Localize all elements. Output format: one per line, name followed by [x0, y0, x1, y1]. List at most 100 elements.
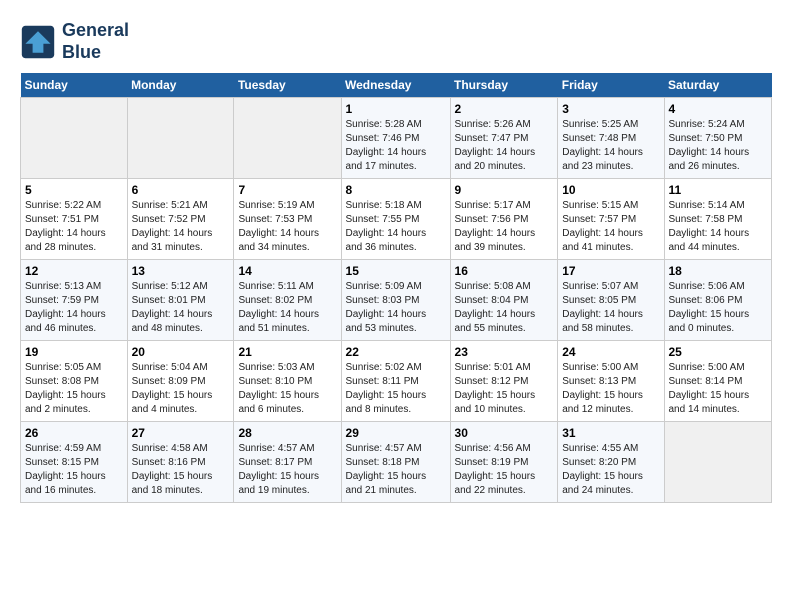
- day-number: 14: [238, 264, 336, 278]
- calendar-day-cell: 5 Sunrise: 5:22 AM Sunset: 7:51 PM Daylig…: [21, 179, 128, 260]
- logo-text: General Blue: [62, 20, 129, 63]
- weekday-header-row: SundayMondayTuesdayWednesdayThursdayFrid…: [21, 73, 772, 98]
- calendar-day-cell: 15 Sunrise: 5:09 AM Sunset: 8:03 PM Dayli…: [341, 260, 450, 341]
- calendar-day-cell: [234, 98, 341, 179]
- day-number: 31: [562, 426, 659, 440]
- day-number: 20: [132, 345, 230, 359]
- day-number: 1: [346, 102, 446, 116]
- calendar-day-cell: 18Sunrise: 5:06 AM Sunset: 8:06 PM Dayli…: [664, 260, 772, 341]
- day-info: Sunrise: 5:09 AM Sunset: 8:03 PM Dayligh…: [346, 280, 446, 336]
- day-number: 13: [132, 264, 230, 278]
- day-info: Sunrise: 4:56 AM Sunset: 8:19 PM Dayligh…: [455, 442, 554, 498]
- day-info: Sunrise: 5:02 AM Sunset: 8:11 PM Dayligh…: [346, 361, 446, 417]
- day-number: 11: [669, 183, 768, 197]
- day-number: 8: [346, 183, 446, 197]
- calendar-day-cell: [127, 98, 234, 179]
- calendar-day-cell: 14 Sunrise: 5:11 AM Sunset: 8:02 PM Dayli…: [234, 260, 341, 341]
- calendar-day-cell: 10 Sunrise: 5:15 AM Sunset: 7:57 PM Dayli…: [558, 179, 664, 260]
- day-number: 12: [25, 264, 123, 278]
- day-info: Sunrise: 5:24 AM Sunset: 7:50 PM Dayligh…: [669, 118, 768, 174]
- day-info: Sunrise: 5:04 AM Sunset: 8:09 PM Dayligh…: [132, 361, 230, 417]
- calendar-day-cell: 28Sunrise: 4:57 AM Sunset: 8:17 PM Dayli…: [234, 422, 341, 503]
- calendar-week-row: 19Sunrise: 5:05 AM Sunset: 8:08 PM Dayli…: [21, 341, 772, 422]
- day-info: Sunrise: 5:00 AM Sunset: 8:13 PM Dayligh…: [562, 361, 659, 417]
- day-number: 4: [669, 102, 768, 116]
- day-number: 25: [669, 345, 768, 359]
- day-info: Sunrise: 5:03 AM Sunset: 8:10 PM Dayligh…: [238, 361, 336, 417]
- day-info: Sunrise: 5:19 AM Sunset: 7:53 PM Dayligh…: [238, 199, 336, 255]
- page-header: General Blue: [20, 20, 772, 63]
- day-info: Sunrise: 5:25 AM Sunset: 7:48 PM Dayligh…: [562, 118, 659, 174]
- day-number: 30: [455, 426, 554, 440]
- day-info: Sunrise: 5:11 AM Sunset: 8:02 PM Dayligh…: [238, 280, 336, 336]
- calendar-week-row: 26 Sunrise: 4:59 AM Sunset: 8:15 PM Dayli…: [21, 422, 772, 503]
- calendar-day-cell: 31Sunrise: 4:55 AM Sunset: 8:20 PM Dayli…: [558, 422, 664, 503]
- day-number: 18: [669, 264, 768, 278]
- calendar-day-cell: 27 Sunrise: 4:58 AM Sunset: 8:16 PM Dayli…: [127, 422, 234, 503]
- day-number: 16: [455, 264, 554, 278]
- day-number: 3: [562, 102, 659, 116]
- calendar-day-cell: 17 Sunrise: 5:07 AM Sunset: 8:05 PM Dayli…: [558, 260, 664, 341]
- calendar-body: 1 Sunrise: 5:28 AM Sunset: 7:46 PM Daylig…: [21, 98, 772, 503]
- day-number: 6: [132, 183, 230, 197]
- day-number: 15: [346, 264, 446, 278]
- day-number: 21: [238, 345, 336, 359]
- day-number: 5: [25, 183, 123, 197]
- day-info: Sunrise: 5:01 AM Sunset: 8:12 PM Dayligh…: [455, 361, 554, 417]
- day-number: 23: [455, 345, 554, 359]
- calendar-week-row: 1 Sunrise: 5:28 AM Sunset: 7:46 PM Daylig…: [21, 98, 772, 179]
- day-info: Sunrise: 4:58 AM Sunset: 8:16 PM Dayligh…: [132, 442, 230, 498]
- calendar-day-cell: [664, 422, 772, 503]
- calendar-day-cell: 23 Sunrise: 5:01 AM Sunset: 8:12 PM Dayli…: [450, 341, 558, 422]
- day-number: 27: [132, 426, 230, 440]
- day-info: Sunrise: 5:12 AM Sunset: 8:01 PM Dayligh…: [132, 280, 230, 336]
- day-info: Sunrise: 5:22 AM Sunset: 7:51 PM Dayligh…: [25, 199, 123, 255]
- day-info: Sunrise: 5:18 AM Sunset: 7:55 PM Dayligh…: [346, 199, 446, 255]
- calendar-day-cell: 11 Sunrise: 5:14 AM Sunset: 7:58 PM Dayli…: [664, 179, 772, 260]
- day-number: 2: [455, 102, 554, 116]
- calendar-day-cell: 29 Sunrise: 4:57 AM Sunset: 8:18 PM Dayli…: [341, 422, 450, 503]
- calendar-day-cell: [21, 98, 128, 179]
- calendar-day-cell: 22Sunrise: 5:02 AM Sunset: 8:11 PM Dayli…: [341, 341, 450, 422]
- calendar-day-cell: 4 Sunrise: 5:24 AM Sunset: 7:50 PM Daylig…: [664, 98, 772, 179]
- calendar-day-cell: 6 Sunrise: 5:21 AM Sunset: 7:52 PM Daylig…: [127, 179, 234, 260]
- day-number: 10: [562, 183, 659, 197]
- day-number: 7: [238, 183, 336, 197]
- day-info: Sunrise: 5:26 AM Sunset: 7:47 PM Dayligh…: [455, 118, 554, 174]
- weekday-header-cell: Monday: [127, 73, 234, 98]
- day-info: Sunrise: 5:28 AM Sunset: 7:46 PM Dayligh…: [346, 118, 446, 174]
- day-info: Sunrise: 5:08 AM Sunset: 8:04 PM Dayligh…: [455, 280, 554, 336]
- calendar-day-cell: 13 Sunrise: 5:12 AM Sunset: 8:01 PM Dayli…: [127, 260, 234, 341]
- calendar-day-cell: 21 Sunrise: 5:03 AM Sunset: 8:10 PM Dayli…: [234, 341, 341, 422]
- weekday-header-cell: Thursday: [450, 73, 558, 98]
- day-info: Sunrise: 4:59 AM Sunset: 8:15 PM Dayligh…: [25, 442, 123, 498]
- calendar-week-row: 5 Sunrise: 5:22 AM Sunset: 7:51 PM Daylig…: [21, 179, 772, 260]
- day-info: Sunrise: 5:07 AM Sunset: 8:05 PM Dayligh…: [562, 280, 659, 336]
- day-number: 19: [25, 345, 123, 359]
- day-number: 17: [562, 264, 659, 278]
- day-info: Sunrise: 5:17 AM Sunset: 7:56 PM Dayligh…: [455, 199, 554, 255]
- calendar-table: SundayMondayTuesdayWednesdayThursdayFrid…: [20, 73, 772, 503]
- calendar-day-cell: 8 Sunrise: 5:18 AM Sunset: 7:55 PM Daylig…: [341, 179, 450, 260]
- day-number: 29: [346, 426, 446, 440]
- weekday-header-cell: Sunday: [21, 73, 128, 98]
- calendar-day-cell: 2 Sunrise: 5:26 AM Sunset: 7:47 PM Daylig…: [450, 98, 558, 179]
- weekday-header-cell: Tuesday: [234, 73, 341, 98]
- day-info: Sunrise: 4:57 AM Sunset: 8:18 PM Dayligh…: [346, 442, 446, 498]
- calendar-day-cell: 20 Sunrise: 5:04 AM Sunset: 8:09 PM Dayli…: [127, 341, 234, 422]
- day-info: Sunrise: 5:13 AM Sunset: 7:59 PM Dayligh…: [25, 280, 123, 336]
- calendar-day-cell: 12 Sunrise: 5:13 AM Sunset: 7:59 PM Dayli…: [21, 260, 128, 341]
- day-info: Sunrise: 5:00 AM Sunset: 8:14 PM Dayligh…: [669, 361, 768, 417]
- weekday-header-cell: Wednesday: [341, 73, 450, 98]
- day-number: 26: [25, 426, 123, 440]
- day-info: Sunrise: 5:15 AM Sunset: 7:57 PM Dayligh…: [562, 199, 659, 255]
- calendar-day-cell: 30 Sunrise: 4:56 AM Sunset: 8:19 PM Dayli…: [450, 422, 558, 503]
- day-number: 24: [562, 345, 659, 359]
- day-info: Sunrise: 5:21 AM Sunset: 7:52 PM Dayligh…: [132, 199, 230, 255]
- day-info: Sunrise: 5:14 AM Sunset: 7:58 PM Dayligh…: [669, 199, 768, 255]
- logo-icon: [20, 24, 56, 60]
- logo: General Blue: [20, 20, 129, 63]
- calendar-day-cell: 24 Sunrise: 5:00 AM Sunset: 8:13 PM Dayli…: [558, 341, 664, 422]
- weekday-header-cell: Friday: [558, 73, 664, 98]
- calendar-day-cell: 16 Sunrise: 5:08 AM Sunset: 8:04 PM Dayli…: [450, 260, 558, 341]
